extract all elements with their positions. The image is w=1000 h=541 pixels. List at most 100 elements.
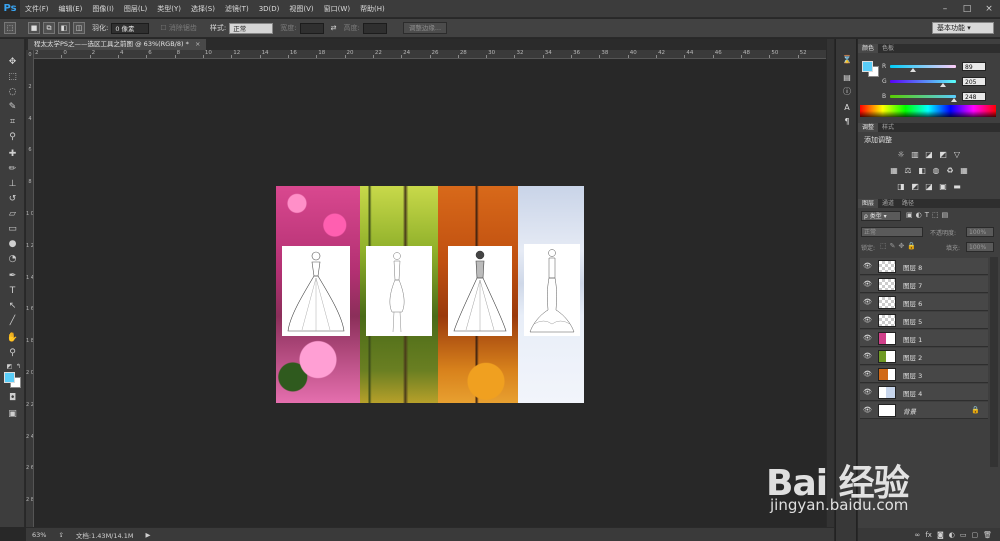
red-slider-thumb[interactable] <box>910 67 917 72</box>
move-tool-icon[interactable]: ✥ <box>5 55 20 68</box>
tab-swatches[interactable]: 色板 <box>878 44 898 53</box>
visibility-eye-icon[interactable]: 👁 <box>863 352 872 360</box>
link-layers-icon[interactable]: ∞ <box>915 531 921 539</box>
visibility-eye-icon[interactable]: 👁 <box>863 406 872 414</box>
close-button[interactable]: × <box>978 0 1000 18</box>
menu-edit[interactable]: 编辑(E) <box>54 4 88 14</box>
visibility-eye-icon[interactable]: 👁 <box>863 388 872 396</box>
screen-mode-icon[interactable]: ▣ <box>5 407 20 420</box>
threshold-icon[interactable]: ◪ <box>924 181 934 191</box>
layer-row[interactable]: 👁 图层 6 <box>860 294 988 311</box>
menu-help[interactable]: 帮助(H) <box>355 4 390 14</box>
refine-edge-button[interactable]: 调整边缘... <box>402 22 448 34</box>
antialias-checkbox[interactable]: ☐ 消除锯齿 <box>160 23 197 33</box>
levels-icon[interactable]: ▥ <box>910 149 920 159</box>
menu-image[interactable]: 图像(I) <box>87 4 119 14</box>
blue-value[interactable]: 248 <box>962 91 986 101</box>
clone-stamp-tool-icon[interactable]: ⊥ <box>5 177 20 190</box>
tab-channels[interactable]: 通道 <box>878 199 898 208</box>
menu-filter[interactable]: 滤镜(T) <box>220 4 254 14</box>
tab-color[interactable]: 颜色 <box>858 44 879 53</box>
share-icon[interactable]: ⇪ <box>58 531 63 539</box>
paragraph-panel-icon[interactable]: ¶ <box>840 115 854 127</box>
marquee-preset-icon[interactable]: ⬚ <box>4 22 16 34</box>
fx-icon[interactable]: fx <box>925 531 932 539</box>
lock-icons[interactable]: ⬚✎✥🔒 <box>880 242 919 250</box>
menu-view[interactable]: 视图(V) <box>284 4 318 14</box>
intersect-selection-icon[interactable]: ◫ <box>73 22 85 34</box>
zoom-level[interactable]: 63% <box>32 531 46 539</box>
status-menu-arrow-icon[interactable]: ▶ <box>145 531 150 539</box>
gradient-tool-icon[interactable]: ▭ <box>5 222 20 235</box>
tab-layers[interactable]: 图层 <box>858 199 879 208</box>
visibility-eye-icon[interactable]: 👁 <box>863 280 872 288</box>
exposure-icon[interactable]: ◩ <box>938 149 948 159</box>
pen-tool-icon[interactable]: ✒ <box>5 269 20 282</box>
shape-tool-icon[interactable]: ╱ <box>5 314 20 327</box>
blue-slider[interactable] <box>890 94 958 102</box>
visibility-eye-icon[interactable]: 👁 <box>863 316 872 324</box>
tab-adjustments[interactable]: 调整 <box>858 123 879 132</box>
path-select-tool-icon[interactable]: ↖ <box>5 299 20 312</box>
lasso-tool-icon[interactable]: ◌ <box>5 85 20 98</box>
marquee-tool-icon[interactable]: ⬚ <box>5 70 20 83</box>
menu-layer[interactable]: 图层(L) <box>119 4 152 14</box>
blur-tool-icon[interactable]: ● <box>5 237 20 250</box>
vibrance-icon[interactable]: ▽ <box>952 149 962 159</box>
menu-3d[interactable]: 3D(D) <box>254 5 285 13</box>
tab-paths[interactable]: 路径 <box>898 199 918 208</box>
color-panel-fg-swatch[interactable] <box>862 61 873 72</box>
green-slider-thumb[interactable] <box>940 82 947 87</box>
swap-icon[interactable]: ⇄ <box>331 24 337 32</box>
menu-type[interactable]: 类型(Y) <box>152 4 186 14</box>
blue-slider-thumb[interactable] <box>951 97 958 102</box>
selective-color-icon[interactable]: ▣ <box>938 181 948 191</box>
menu-select[interactable]: 选择(S) <box>186 4 220 14</box>
channel-mixer-icon[interactable]: ♻ <box>945 165 955 175</box>
new-layer-icon[interactable]: ▢ <box>971 531 978 539</box>
green-slider[interactable] <box>890 79 956 87</box>
blend-mode-select[interactable]: 正常 <box>861 227 923 237</box>
layer-row[interactable]: 👁 图层 3 <box>860 366 988 383</box>
layer-row[interactable]: 👁 图层 1 <box>860 330 988 347</box>
layer-row[interactable]: 👁 图层 7 <box>860 276 988 293</box>
color-spectrum-bar[interactable] <box>860 105 996 117</box>
properties-panel-icon[interactable]: ▤ <box>840 71 854 83</box>
opacity-input[interactable]: 100% <box>966 227 994 237</box>
delete-layer-icon[interactable]: 🗑 <box>983 531 992 539</box>
eyedropper-tool-icon[interactable]: ⚲ <box>5 130 20 143</box>
layer-filter-select[interactable]: ρ 类型 ▾ <box>861 211 901 221</box>
eraser-tool-icon[interactable]: ▱ <box>5 207 20 220</box>
add-mask-icon[interactable]: ◙ <box>937 531 944 539</box>
feather-input[interactable]: 0 像素 <box>111 22 150 34</box>
new-adjustment-icon[interactable]: ◐ <box>949 531 955 539</box>
black-white-icon[interactable]: ◧ <box>917 165 927 175</box>
style-select[interactable]: 正常 <box>229 22 274 34</box>
menu-file[interactable]: 文件(F) <box>20 4 54 14</box>
layer-list-scrollbar[interactable] <box>990 257 998 467</box>
info-panel-icon[interactable]: ⓘ <box>840 85 854 97</box>
foreground-color-swatch[interactable] <box>4 372 15 383</box>
invert-icon[interactable]: ◨ <box>896 181 906 191</box>
document-close-icon[interactable]: × <box>195 40 200 48</box>
layer-row[interactable]: 👁 背景 🔒 <box>860 402 988 419</box>
layer-row[interactable]: 👁 图层 2 <box>860 348 988 365</box>
crop-tool-icon[interactable]: ⌗ <box>5 115 20 128</box>
posterize-icon[interactable]: ◩ <box>910 181 920 191</box>
visibility-eye-icon[interactable]: 👁 <box>863 298 872 306</box>
green-value[interactable]: 205 <box>962 76 986 86</box>
restore-button[interactable]: □ <box>956 0 978 18</box>
zoom-tool-icon[interactable]: ⚲ <box>5 346 20 359</box>
width-input[interactable] <box>299 22 324 34</box>
quick-select-tool-icon[interactable]: ✎ <box>5 100 20 113</box>
visibility-eye-icon[interactable]: 👁 <box>863 370 872 378</box>
new-selection-icon[interactable]: ■ <box>28 22 40 34</box>
layer-filter-icons[interactable]: ▣◐T⬚▤ <box>906 211 951 219</box>
history-panel-icon[interactable]: ⌛ <box>840 53 854 65</box>
quick-mask-icon[interactable]: ◘ <box>5 391 20 404</box>
layer-row[interactable]: 👁 图层 8 <box>860 258 988 275</box>
tab-styles[interactable]: 样式 <box>878 123 898 132</box>
hand-tool-icon[interactable]: ✋ <box>5 331 20 344</box>
photo-filter-icon[interactable]: ◍ <box>931 165 941 175</box>
add-selection-icon[interactable]: ⧉ <box>43 22 55 34</box>
